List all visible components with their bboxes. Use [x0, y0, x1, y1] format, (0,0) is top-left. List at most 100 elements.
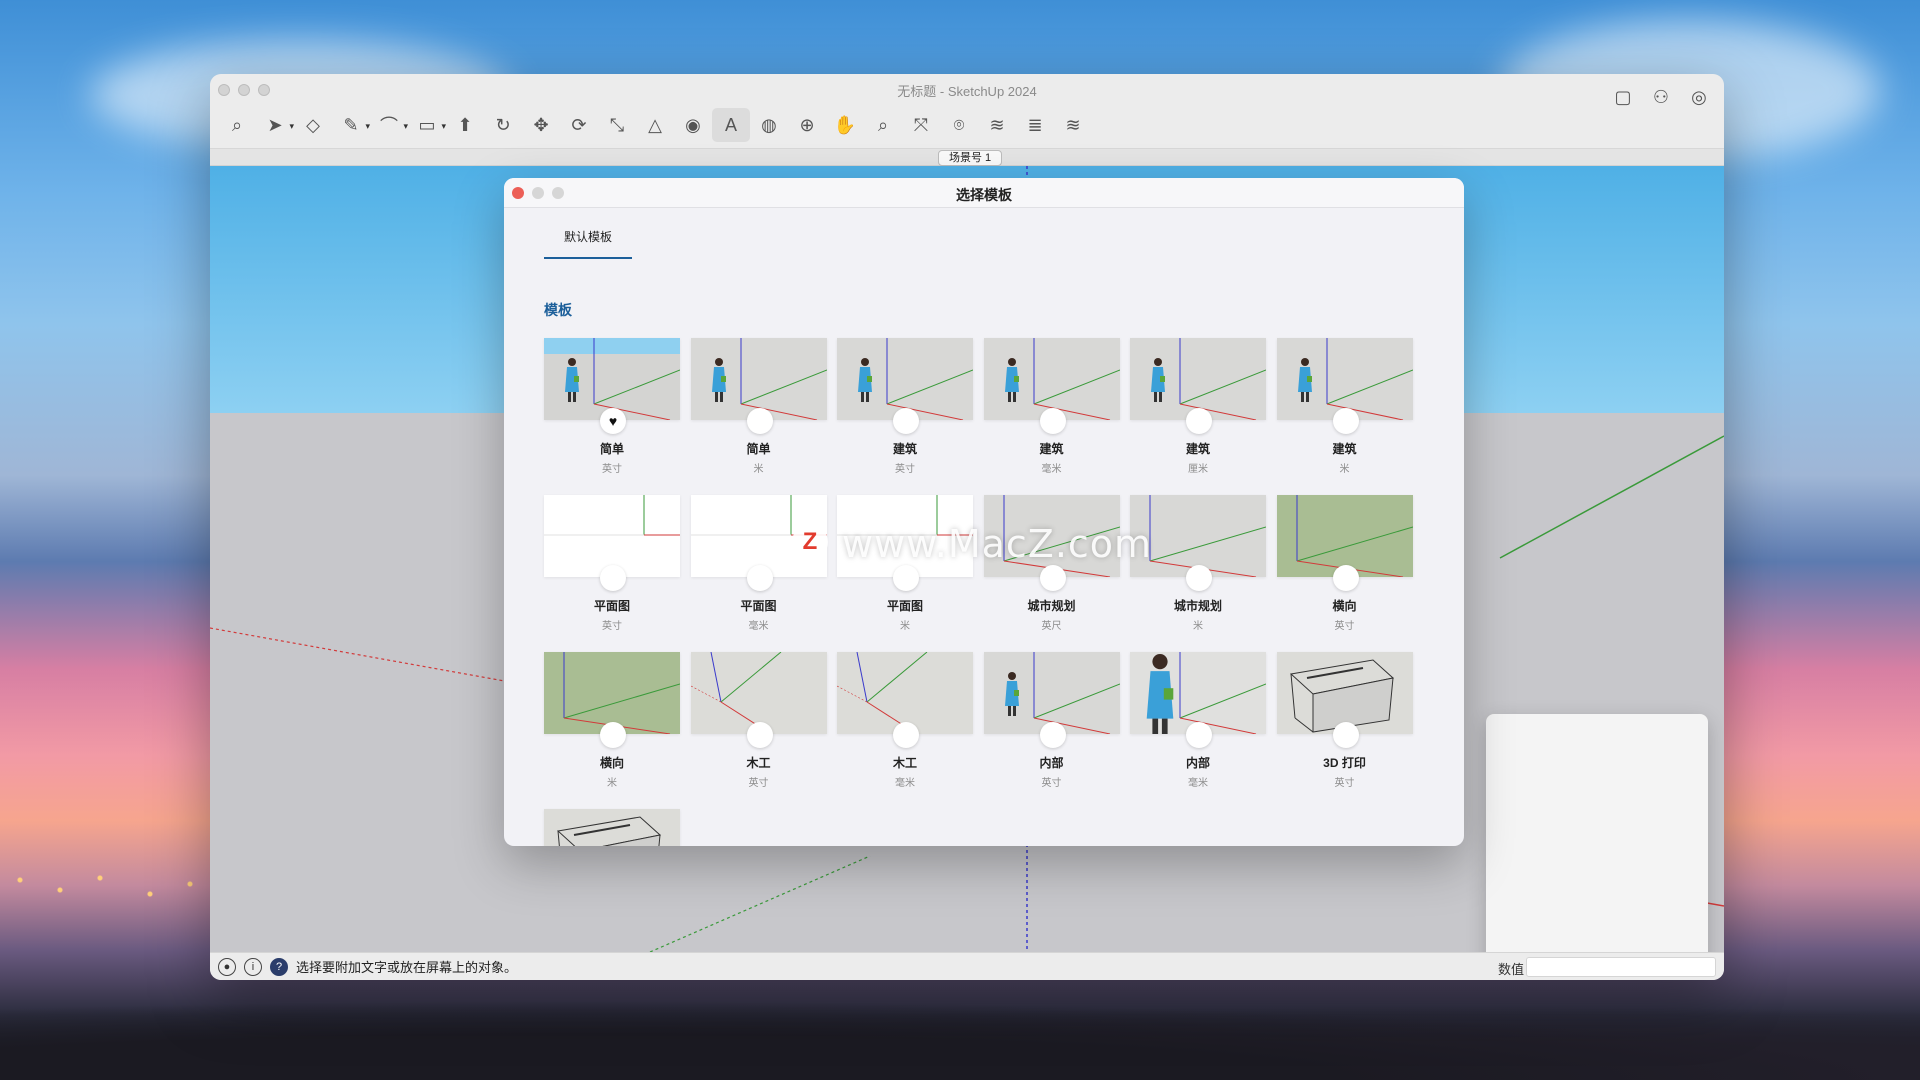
favorite-toggle[interactable] — [1039, 565, 1066, 591]
template-card[interactable]: 横向米 — [544, 652, 680, 802]
eraser-tool-button[interactable]: ◇ — [294, 108, 332, 142]
text-tool-button[interactable]: A — [712, 108, 750, 142]
favorite-toggle[interactable] — [893, 408, 919, 434]
search-tool-button[interactable]: ⌕ — [218, 108, 256, 142]
scale-icon: ⤡ — [609, 114, 625, 135]
warehouse-tool-button[interactable]: ⌾ — [940, 108, 978, 142]
measurements-input[interactable] — [1526, 957, 1716, 977]
user-settings-button[interactable]: ⚇ — [1642, 80, 1680, 114]
main-toolbar: ⌕ ➤ ▾ ◇ ✎ ▾ ⌒ ▾ ▭ ▾ ⬆ ↻ ✥ ⟳ ⤡ △ ◉ A ◍ ⊕ ✋ ⌕ ⤧ ⌾ ≋ ≣ ≋ — [210, 102, 1724, 148]
pencil-tool-button[interactable]: ✎ ▾ — [332, 108, 370, 142]
follow-me-tool-button[interactable]: ↻ — [484, 108, 522, 142]
push-pull-icon: ⬆ — [457, 114, 473, 135]
template-card[interactable]: 建筑 英寸 — [837, 338, 973, 488]
template-name: 平面图 — [886, 599, 923, 613]
favorite-toggle[interactable] — [893, 565, 919, 591]
template-card[interactable]: 内部 毫米 — [1130, 652, 1266, 802]
eraser-icon: ◇ — [306, 114, 320, 135]
favorite-toggle[interactable] — [1039, 408, 1066, 434]
green-axis — [1499, 435, 1724, 559]
template-card[interactable]: 3D 打印 英寸 — [1276, 652, 1413, 802]
layers-tool-button[interactable]: ≣ — [1016, 108, 1054, 142]
favorite-toggle[interactable] — [746, 565, 773, 591]
favorite-toggle[interactable] — [1186, 722, 1212, 748]
template-card[interactable]: 简单米 — [690, 338, 827, 488]
template-name: 横向 — [599, 756, 624, 770]
scene-tab[interactable]: 场景号 1 — [938, 150, 1003, 166]
template-name: 横向 — [1332, 599, 1357, 613]
template-card[interactable]: 平面图米 — [837, 495, 973, 645]
template-card[interactable] — [544, 809, 680, 846]
template-card[interactable]: 横向 英寸 — [1276, 495, 1413, 645]
favorite-toggle[interactable] — [1332, 408, 1359, 434]
info-icon[interactable]: i — [244, 957, 262, 976]
template-card[interactable]: 平面图 毫米 — [690, 495, 827, 645]
account-button[interactable]: ◎ — [1680, 80, 1718, 114]
favorite-toggle[interactable] — [893, 722, 919, 748]
rotate-icon: ⟳ — [571, 114, 587, 135]
template-thumbnail[interactable] — [544, 809, 680, 846]
favorite-toggle[interactable] — [1186, 408, 1212, 434]
scale-tool-button[interactable]: ⤡ — [598, 108, 636, 142]
template-card[interactable]: 建筑 毫米 — [983, 338, 1120, 488]
favorite-toggle[interactable] — [1039, 722, 1066, 748]
push-pull-tool-button[interactable]: ⬆ — [446, 108, 484, 142]
favorite-toggle[interactable] — [600, 722, 626, 748]
favorite-toggle[interactable] — [746, 408, 773, 434]
sandbox-tool-button[interactable]: ≋ — [1054, 108, 1092, 142]
rectangle-tool-button[interactable]: ▭ ▾ — [408, 108, 446, 142]
extension-tool-button[interactable]: ≋ — [978, 108, 1016, 142]
geo-location-icon[interactable]: ● — [218, 957, 236, 976]
arc-icon: ⌒ — [380, 116, 398, 136]
pan-tool-button[interactable]: ✋ — [826, 108, 864, 142]
document-button[interactable]: ▢ — [1604, 80, 1642, 114]
favorite-toggle[interactable] — [600, 565, 626, 591]
template-name: 木工 — [892, 756, 917, 770]
offset-tool-button[interactable]: △ — [636, 108, 674, 142]
select-arrow-tool-button[interactable]: ➤ ▾ — [256, 108, 294, 142]
zoom-tool-button[interactable]: ⌕ — [864, 108, 902, 142]
arc-tool-button[interactable]: ⌒ ▾ — [370, 108, 408, 142]
favorite-toggle[interactable] — [1186, 565, 1212, 591]
pencil-icon: ✎ — [343, 114, 359, 135]
template-name: 建筑 — [1039, 442, 1064, 456]
templates-section-title: 模板 — [544, 302, 572, 318]
tab-default-templates[interactable]: 默认模板 — [544, 228, 632, 259]
template-unit: 英寸 — [602, 621, 622, 632]
paint-bucket-tool-button[interactable]: ◍ — [750, 108, 788, 142]
template-card[interactable]: 城市规划 英尺 — [983, 495, 1120, 645]
template-unit: 英尺 — [1041, 621, 1062, 632]
titlebar: 无标题 - SketchUp 2024 — [210, 74, 1724, 102]
template-unit: 英寸 — [1041, 778, 1062, 789]
tape-measure-tool-button[interactable]: ◉ — [674, 108, 712, 142]
favorite-toggle[interactable] — [1332, 722, 1359, 748]
template-unit: 米 — [1193, 621, 1203, 632]
template-name: 简单 — [599, 442, 624, 456]
favorite-toggle[interactable] — [1332, 565, 1359, 591]
template-card[interactable]: ♥ 简单 英寸 — [544, 338, 680, 488]
zoom-extents-tool-button[interactable]: ⤧ — [902, 108, 940, 142]
template-unit: 英寸 — [895, 464, 915, 475]
rotate-tool-button[interactable]: ⟳ — [560, 108, 598, 142]
move-icon: ✥ — [533, 114, 549, 135]
measurements-label: 数值 — [1497, 962, 1524, 977]
template-card[interactable]: 内部 英寸 — [983, 652, 1120, 802]
template-name: 城市规划 — [1173, 599, 1222, 613]
rectangle-icon: ▭ — [418, 114, 436, 135]
template-card[interactable]: 平面图 英寸 — [544, 495, 680, 645]
template-card[interactable]: 建筑 厘米 — [1130, 338, 1266, 488]
favorite-toggle[interactable] — [746, 722, 773, 748]
window-title: 无标题 - SketchUp 2024 — [897, 84, 1037, 99]
template-card[interactable]: 木工 毫米 — [837, 652, 973, 802]
zoom-icon: ⌕ — [877, 114, 889, 135]
template-card[interactable]: 建筑米 — [1276, 338, 1413, 488]
heart-icon[interactable]: ♥ — [600, 408, 626, 434]
template-card[interactable]: 城市规划米 — [1130, 495, 1266, 645]
desktop-city-lights — [0, 860, 210, 920]
template-unit: 毫米 — [895, 778, 915, 789]
dialog-titlebar: 选择模板 — [504, 178, 1464, 208]
orbit-tool-button[interactable]: ⊕ — [788, 108, 826, 142]
template-card[interactable]: 木工 英寸 — [690, 652, 827, 802]
move-tool-button[interactable]: ✥ — [522, 108, 560, 142]
help-icon[interactable]: ? — [270, 957, 288, 976]
